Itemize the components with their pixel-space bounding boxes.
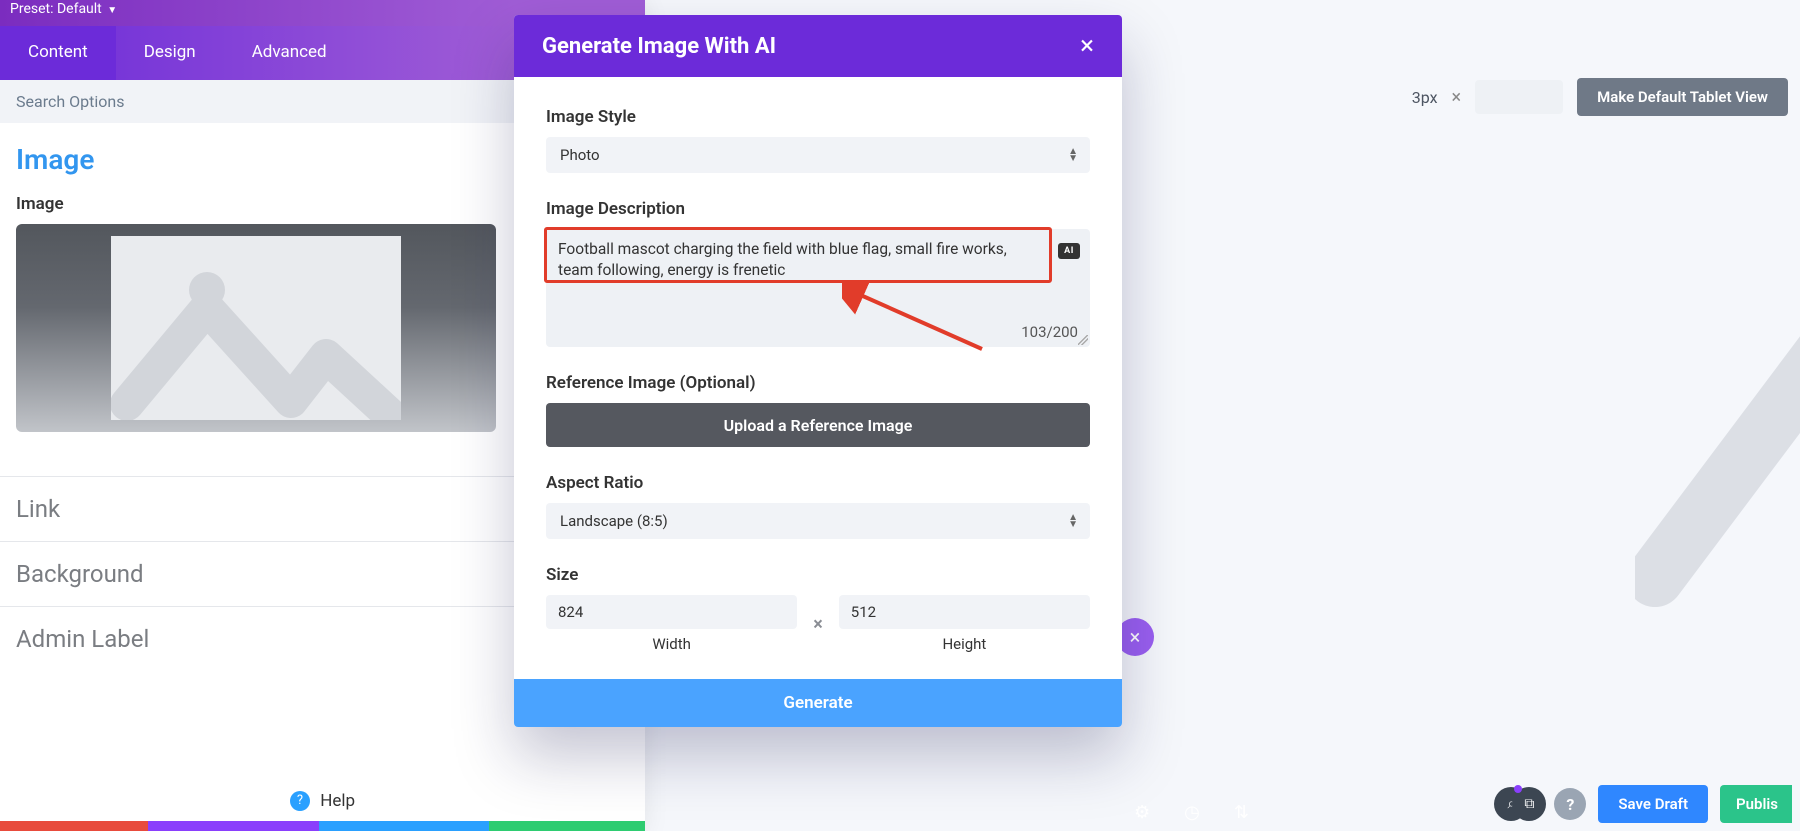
tab-advanced[interactable]: Advanced [224, 26, 355, 80]
image-placeholder-icon [111, 236, 401, 420]
modal-body: Image Style Photo ▲▼ Image Description A… [514, 77, 1122, 679]
tab-design[interactable]: Design [116, 26, 224, 80]
builder-bottom-icons: ⚙ ◷ ⇅ [1134, 802, 1249, 823]
reference-image-label: Reference Image (Optional) [546, 373, 1090, 393]
height-sublabel: Height [839, 635, 1090, 653]
gear-icon[interactable]: ⚙ [1134, 802, 1150, 823]
chevron-updown-icon: ▲▼ [1068, 148, 1078, 162]
aspect-ratio-value: Landscape (8:5) [560, 512, 668, 530]
chevron-updown-icon: ▲▼ [1068, 514, 1078, 528]
size-label: Size [546, 565, 1090, 585]
help-icon: ? [290, 791, 310, 811]
px-suffix-label: 3px [1412, 88, 1438, 107]
tab-content[interactable]: Content [0, 26, 116, 80]
help-label: Help [320, 791, 355, 811]
image-description-label: Image Description [546, 199, 1090, 219]
height-input[interactable] [839, 595, 1090, 629]
history-icon[interactable]: ◷ [1184, 802, 1200, 823]
image-description-textarea[interactable] [546, 229, 1090, 321]
generate-button[interactable]: Generate [514, 679, 1122, 727]
close-icon[interactable]: × [1080, 33, 1094, 59]
canvas-image-placeholder [1635, 218, 1800, 608]
save-draft-button[interactable]: Save Draft [1598, 785, 1708, 823]
size-row: Width × Height [546, 595, 1090, 653]
footer-delete-button[interactable] [0, 821, 148, 831]
modal-header: Generate Image With AI × [514, 15, 1122, 77]
ai-badge-icon[interactable]: AI [1058, 243, 1080, 259]
aspect-ratio-label: Aspect Ratio [546, 473, 1090, 493]
chevron-down-icon: ▼ [105, 5, 117, 16]
image-preview-placeholder[interactable] [16, 224, 496, 432]
char-counter: 103/200 [1021, 323, 1078, 341]
image-description-field: AI 103/200 [546, 229, 1090, 347]
width-input[interactable] [546, 595, 797, 629]
by-x-icon: × [813, 614, 823, 635]
bottom-action-bar: ⌕ ⧉ ? Save Draft Publis [1494, 785, 1792, 823]
width-sublabel: Width [546, 635, 797, 653]
aspect-ratio-select[interactable]: Landscape (8:5) ▲▼ [546, 503, 1090, 539]
footer-undo-button[interactable] [148, 821, 319, 831]
image-style-value: Photo [560, 146, 600, 164]
resize-handle-icon[interactable] [1078, 335, 1088, 345]
preset-label: Preset: Default [10, 1, 102, 17]
modal-title: Generate Image With AI [542, 34, 776, 59]
publish-button[interactable]: Publis [1720, 785, 1792, 823]
sort-icon[interactable]: ⇅ [1234, 802, 1249, 823]
top-right-controls: 3px × Make Default Tablet View [1412, 78, 1788, 116]
upload-reference-button[interactable]: Upload a Reference Image [546, 403, 1090, 447]
clear-width-icon[interactable]: × [1452, 87, 1462, 108]
help-round-icon[interactable]: ? [1554, 788, 1586, 820]
image-style-select[interactable]: Photo ▲▼ [546, 137, 1090, 173]
panel-footer-actions [0, 821, 645, 831]
make-default-view-button[interactable]: Make Default Tablet View [1577, 78, 1788, 116]
zoom-cluster[interactable]: ⌕ ⧉ [1494, 787, 1542, 821]
width-px-input[interactable] [1475, 80, 1563, 114]
image-style-label: Image Style [546, 107, 1090, 127]
help-link[interactable]: ? Help [0, 791, 645, 813]
footer-redo-button[interactable] [319, 821, 490, 831]
footer-save-button[interactable] [489, 821, 645, 831]
generate-image-modal: Generate Image With AI × Image Style Pho… [514, 15, 1122, 727]
